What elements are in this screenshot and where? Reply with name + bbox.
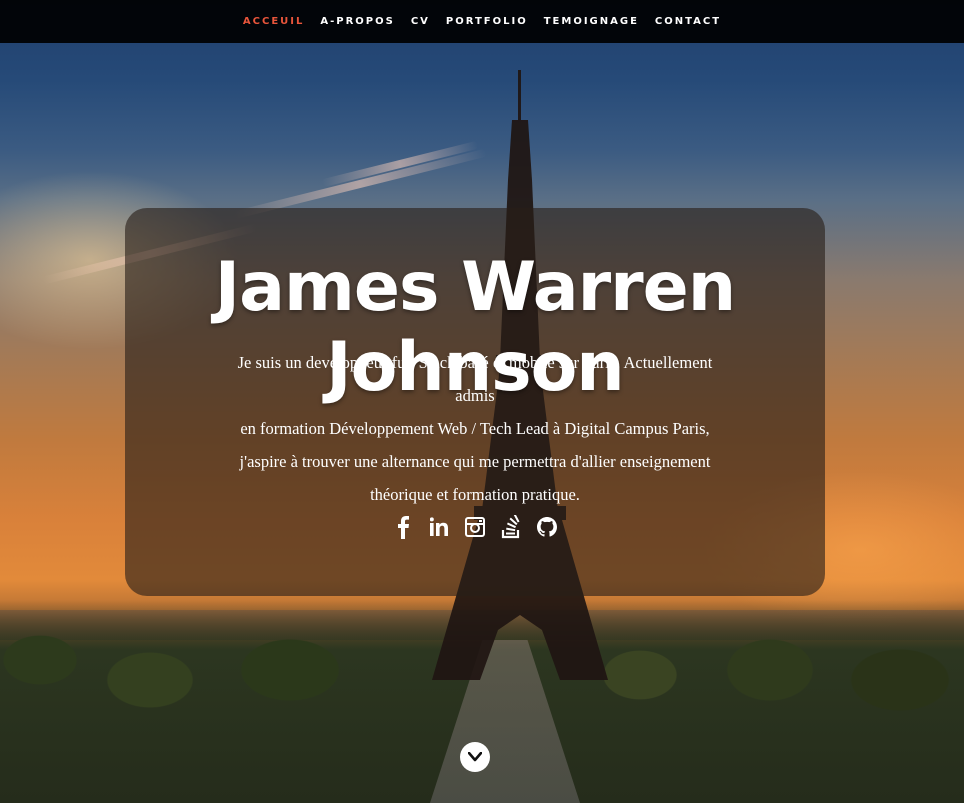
scroll-down-button[interactable]: [460, 742, 490, 772]
nav-item-contact[interactable]: CONTACT: [647, 16, 729, 27]
nav-item-portfolio[interactable]: PORTFOLIO: [438, 16, 536, 27]
nav-item-cv[interactable]: CV: [403, 16, 438, 27]
stackoverflow-icon[interactable]: [500, 514, 522, 540]
linkedin-icon[interactable]: [428, 514, 450, 540]
github-icon[interactable]: [536, 514, 558, 540]
bio-line: théorique et formation pratique.: [370, 485, 580, 504]
facebook-icon[interactable]: [392, 514, 414, 540]
nav-item-acceuil[interactable]: ACCEUIL: [235, 16, 312, 27]
bio-line: Je suis un developpeur full Stack basé e…: [237, 353, 713, 405]
instagram-icon[interactable]: [464, 514, 486, 540]
hero-card: James Warren Johnson Je suis un developp…: [125, 208, 825, 596]
nav-item-a-propos[interactable]: A-PROPOS: [312, 16, 402, 27]
hero-bio: Je suis un developpeur full Stack basé e…: [220, 346, 730, 511]
bio-line: j'aspire à trouver une alternance qui me…: [239, 452, 711, 471]
nav-item-temoignage[interactable]: TEMOIGNAGE: [536, 16, 647, 27]
top-nav: ACCEUIL A-PROPOS CV PORTFOLIO TEMOIGNAGE…: [0, 0, 964, 43]
chevron-down-icon: [468, 752, 482, 762]
bio-line: en formation Développement Web / Tech Le…: [240, 419, 710, 438]
social-links: [125, 514, 825, 540]
